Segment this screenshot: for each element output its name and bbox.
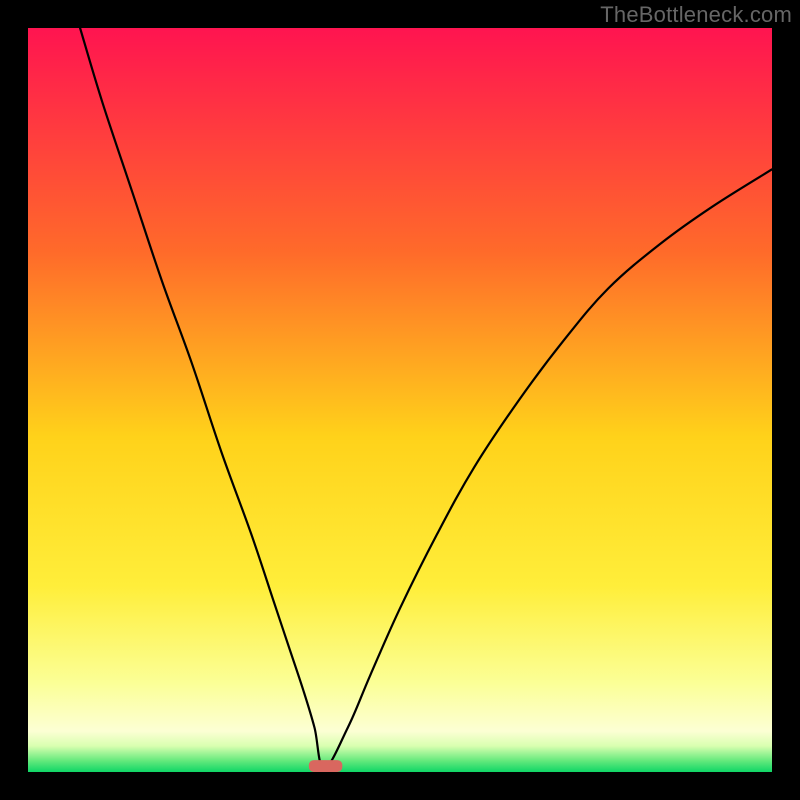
chart-frame: TheBottleneck.com <box>0 0 800 800</box>
chart-svg <box>28 28 772 772</box>
watermark-text: TheBottleneck.com <box>600 2 792 28</box>
plot-area <box>28 28 772 772</box>
gradient-background <box>28 28 772 772</box>
minimum-marker <box>309 760 342 772</box>
